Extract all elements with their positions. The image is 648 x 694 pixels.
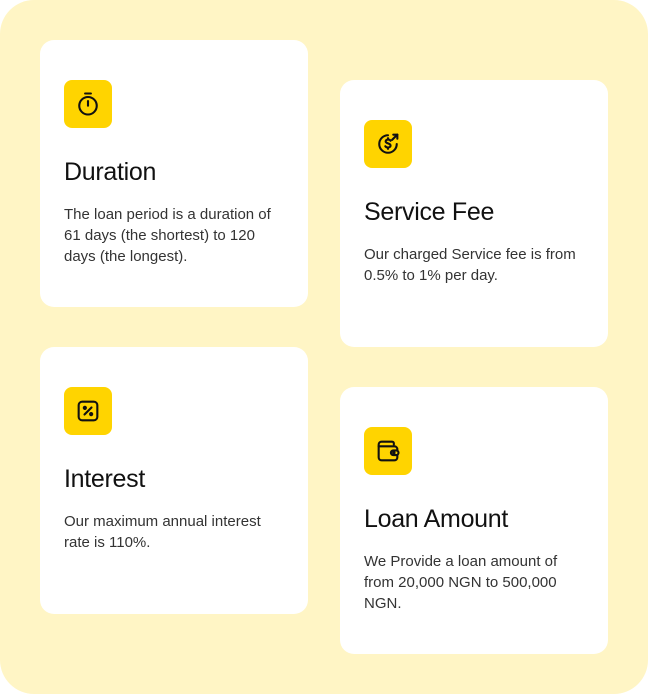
loan-amount-card: Loan Amount We Provide a loan amount of … <box>340 387 608 654</box>
features-panel: Duration The loan period is a duration o… <box>0 0 648 694</box>
duration-description: The loan period is a duration of 61 days… <box>64 206 271 265</box>
wallet-icon <box>364 427 412 475</box>
dollar-coin-arrow-icon <box>364 120 412 168</box>
stopwatch-icon <box>64 80 112 128</box>
service-fee-title: Service Fee <box>364 198 495 226</box>
interest-title: Interest <box>64 465 145 493</box>
service-fee-card: Service Fee Our charged Service fee is f… <box>340 80 608 347</box>
duration-title: Duration <box>64 158 157 186</box>
duration-card: Duration The loan period is a duration o… <box>40 40 308 307</box>
interest-card: Interest Our maximum annual interest rat… <box>40 347 308 614</box>
percent-icon <box>64 387 112 435</box>
service-fee-description: Our charged Service fee is from 0.5% to … <box>364 246 576 284</box>
loan-amount-description: We Provide a loan amount of from 20,000 … <box>364 553 558 612</box>
interest-description: Our maximum annual interest rate is 110%… <box>64 513 261 551</box>
loan-amount-title: Loan Amount <box>364 505 509 533</box>
